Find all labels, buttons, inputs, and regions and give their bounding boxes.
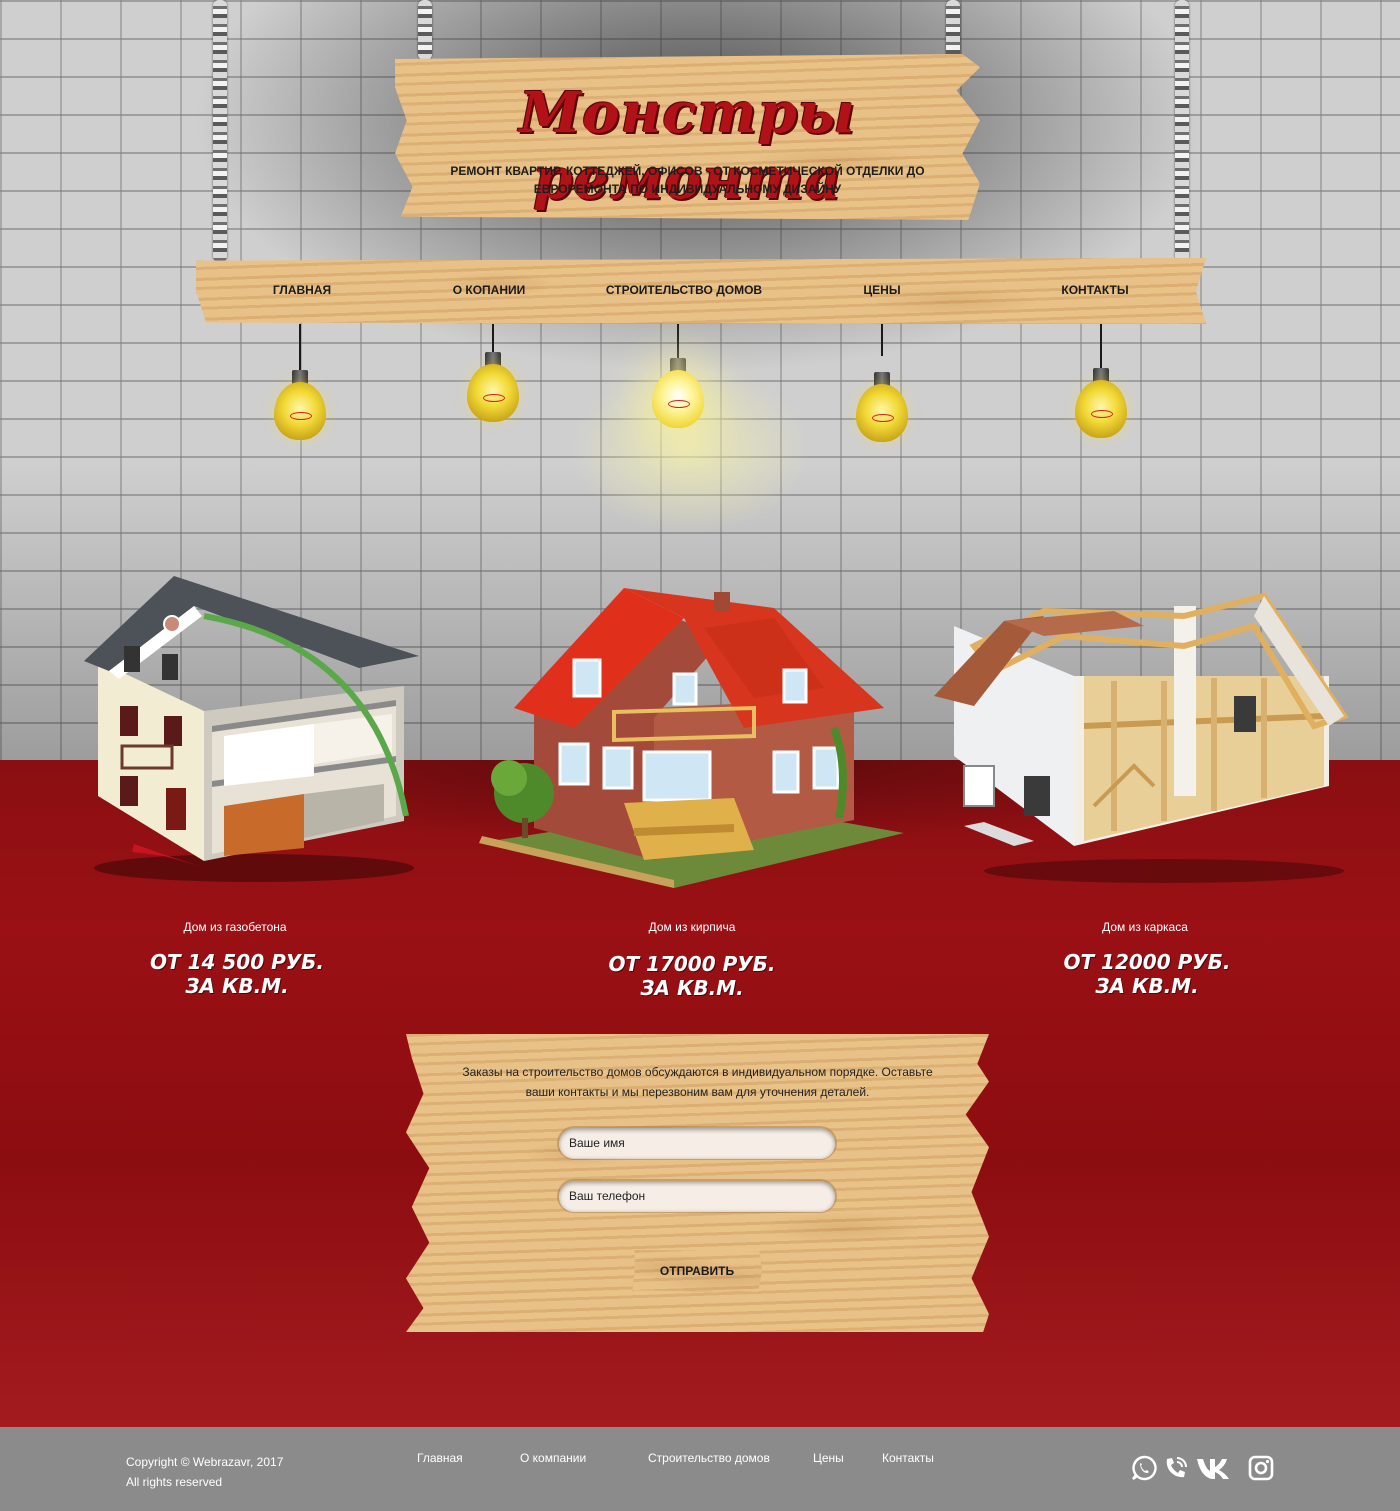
- rights-text: All rights reserved: [126, 1475, 223, 1489]
- house-price-line: ОТ 17000 РУБ.: [608, 952, 776, 976]
- chain-right-outer: [1175, 0, 1189, 262]
- footer-link-about[interactable]: О компании: [520, 1451, 586, 1465]
- house-price-line: ОТ 12000 РУБ.: [1063, 950, 1231, 974]
- house-frame-image[interactable]: [934, 586, 1354, 886]
- house-price: ОТ 12000 РУБ. ЗА КВ.М.: [997, 950, 1297, 998]
- house-caption: Дом из кирпича: [648, 920, 736, 934]
- house-brick-image[interactable]: [474, 588, 914, 888]
- phone-input[interactable]: [559, 1181, 835, 1211]
- form-description: Заказы на строительство домов обсуждаютс…: [462, 1065, 933, 1099]
- site-subtitle: РЕМОНТ КВАРТИР, КОТТЕДЖЕЙ, ОФИСОВ - ОТ К…: [450, 164, 925, 196]
- bulb-wire: [1100, 324, 1102, 370]
- vk-icon[interactable]: [1196, 1455, 1234, 1481]
- chain-left-inner: [418, 0, 432, 60]
- instagram-icon[interactable]: [1248, 1455, 1274, 1481]
- footer: Copyright © Webrazavr, 2017 All rights r…: [0, 1427, 1400, 1511]
- chain-left-outer: [213, 0, 227, 262]
- bulb-wire: [492, 324, 494, 354]
- nav-item-about[interactable]: О КОПАНИИ: [453, 283, 526, 297]
- header-sign: Монстры ремонта РЕМОНТ КВАРТИР, КОТТЕДЖЕ…: [395, 54, 980, 220]
- house-price-unit: ЗА КВ.М.: [185, 974, 289, 998]
- main-nav: ГЛАВНАЯ О КОПАНИИ СТРОИТЕЛЬСТВО ДОМОВ ЦЕ…: [196, 258, 1206, 324]
- nav-item-house-building[interactable]: СТРОИТЕЛЬСТВО ДОМОВ: [606, 283, 762, 297]
- footer-link-house-building[interactable]: Строительство домов: [648, 1451, 770, 1465]
- footer-link-home[interactable]: Главная: [417, 1451, 463, 1465]
- house-price-unit: ЗА КВ.М.: [1095, 974, 1199, 998]
- bulb-icon: [856, 372, 908, 442]
- house-caption: Дом из газобетона: [183, 920, 287, 934]
- bulb-icon: [1075, 368, 1127, 438]
- footer-copyright: Copyright © Webrazavr, 2017 All rights r…: [126, 1452, 283, 1492]
- house-caption: Дом из каркаса: [1102, 920, 1188, 934]
- house-price: ОТ 14 500 РУБ. ЗА КВ.М.: [87, 950, 387, 998]
- footer-link-contacts[interactable]: Контакты: [882, 1451, 934, 1465]
- bulb-icon: [467, 352, 519, 422]
- chain-right-inner: [946, 0, 960, 60]
- viber-icon[interactable]: [1163, 1455, 1189, 1481]
- house-aerated-concrete-image[interactable]: [74, 576, 424, 886]
- copyright-text: Copyright © Webrazavr, 2017: [126, 1455, 284, 1469]
- bulb-wire: [299, 324, 301, 372]
- house-price-unit: ЗА КВ.М.: [640, 976, 744, 1000]
- house-price-line: ОТ 14 500 РУБ.: [149, 950, 325, 974]
- footer-link-prices[interactable]: Цены: [813, 1451, 844, 1465]
- nav-item-home[interactable]: ГЛАВНАЯ: [273, 283, 331, 297]
- nav-item-prices[interactable]: ЦЕНЫ: [863, 283, 900, 297]
- submit-button[interactable]: ОТПРАВИТЬ: [632, 1250, 762, 1292]
- nav-item-contacts[interactable]: КОНТАКТЫ: [1061, 283, 1128, 297]
- bulb-wire: [881, 324, 883, 356]
- name-input[interactable]: [559, 1128, 835, 1158]
- house-price: ОТ 17000 РУБ. ЗА КВ.М.: [542, 952, 842, 1000]
- lit-bulb-icon: [652, 358, 704, 428]
- bulb-wire: [677, 324, 679, 360]
- bulb-icon: [274, 370, 326, 440]
- whatsapp-icon[interactable]: [1131, 1455, 1157, 1481]
- callback-form: Заказы на строительство домов обсуждаютс…: [406, 1034, 989, 1332]
